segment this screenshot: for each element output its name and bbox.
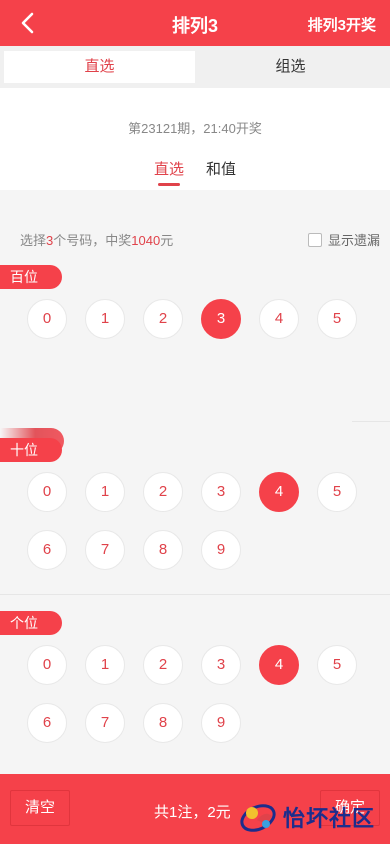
hint-prefix: 选择 bbox=[20, 233, 47, 248]
ball-units-6[interactable]: 6 bbox=[27, 703, 67, 743]
ball-units-5[interactable]: 5 bbox=[317, 645, 357, 685]
hint-prize: 1040 bbox=[131, 233, 161, 248]
issue-text: 第23121期，21:40开奖 bbox=[128, 121, 262, 136]
watermark: 怡坏社区 bbox=[237, 796, 375, 838]
play-type-tabs: 直选 组选 bbox=[0, 46, 390, 88]
ball-hundreds-3[interactable]: 3 bbox=[201, 299, 241, 339]
group-label-tens: 十位 bbox=[0, 438, 62, 462]
group-label-hundreds: 百位 bbox=[0, 265, 62, 289]
ball-hundreds-1[interactable]: 1 bbox=[85, 299, 125, 339]
ball-tens-6[interactable]: 6 bbox=[27, 530, 67, 570]
bet-total: 共1注，2元 bbox=[154, 804, 231, 821]
subtab-direct[interactable]: 直选 bbox=[154, 158, 184, 179]
ball-units-7[interactable]: 7 bbox=[85, 703, 125, 743]
divider bbox=[0, 594, 390, 595]
ball-tens-2[interactable]: 2 bbox=[143, 472, 183, 512]
ball-tens-7[interactable]: 7 bbox=[85, 530, 125, 570]
watermark-logo-icon bbox=[240, 804, 276, 832]
active-subtab-indicator bbox=[158, 183, 180, 186]
ball-hundreds-0[interactable]: 0 bbox=[27, 299, 67, 339]
watermark-text: 怡坏社区 bbox=[283, 806, 376, 831]
ball-tens-4[interactable]: 4 bbox=[259, 472, 299, 512]
ball-units-0[interactable]: 0 bbox=[27, 645, 67, 685]
tab-direct[interactable]: 直选 bbox=[4, 51, 195, 83]
hint-mid: 个号码，中奖 bbox=[53, 233, 132, 248]
ball-units-8[interactable]: 8 bbox=[143, 703, 183, 743]
subtab-sum[interactable]: 和值 bbox=[206, 158, 236, 179]
selection-hint: 选择3个号码，中奖1040元 bbox=[20, 230, 173, 249]
ball-units-1[interactable]: 1 bbox=[85, 645, 125, 685]
issue-panel: 第23121期，21:40开奖 直选 和值 bbox=[0, 88, 390, 190]
omission-checkbox[interactable] bbox=[307, 232, 322, 247]
tab-group[interactable]: 组选 bbox=[195, 51, 386, 83]
ball-tens-3[interactable]: 3 bbox=[201, 472, 241, 512]
ball-units-4[interactable]: 4 bbox=[259, 645, 299, 685]
ball-tens-5[interactable]: 5 bbox=[317, 472, 357, 512]
hint-suffix: 元 bbox=[160, 233, 174, 248]
ball-units-9[interactable]: 9 bbox=[201, 703, 241, 743]
divider bbox=[352, 421, 390, 422]
ball-tens-0[interactable]: 0 bbox=[27, 472, 67, 512]
group-label-units: 个位 bbox=[0, 611, 62, 635]
ball-units-2[interactable]: 2 bbox=[143, 645, 183, 685]
ball-hundreds-5[interactable]: 5 bbox=[317, 299, 357, 339]
ball-units-3[interactable]: 3 bbox=[201, 645, 241, 685]
clear-button[interactable]: 清空 bbox=[10, 790, 70, 826]
omission-label: 显示遗漏 bbox=[327, 233, 380, 248]
ball-tens-1[interactable]: 1 bbox=[85, 472, 125, 512]
top-bar: 排列3 排列3开奖 bbox=[0, 0, 390, 46]
ball-hundreds-2[interactable]: 2 bbox=[143, 299, 183, 339]
ball-hundreds-4[interactable]: 4 bbox=[259, 299, 299, 339]
draw-results-link[interactable]: 排列3开奖 bbox=[308, 14, 376, 35]
show-omission-toggle[interactable]: 显示遗漏 bbox=[307, 230, 380, 249]
ball-tens-9[interactable]: 9 bbox=[201, 530, 241, 570]
ball-tens-8[interactable]: 8 bbox=[143, 530, 183, 570]
